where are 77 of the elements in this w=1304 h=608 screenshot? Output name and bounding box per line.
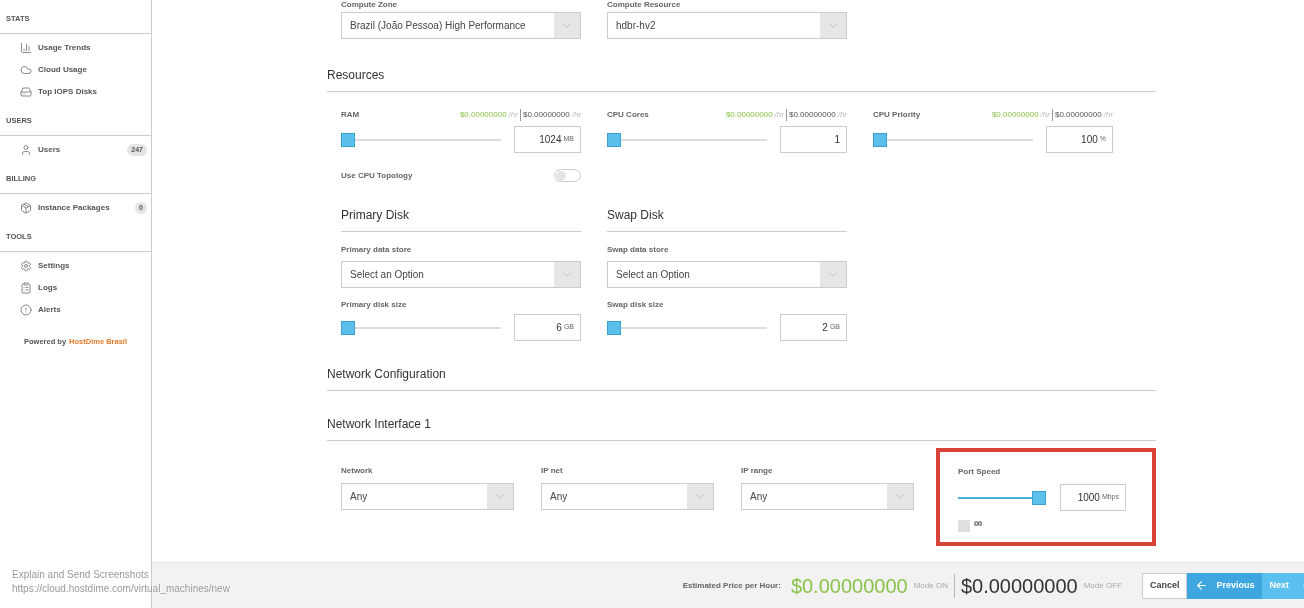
estimate-label: Estimated Price per Hour: <box>682 579 781 592</box>
price-on: $0.00000000 <box>991 109 1039 121</box>
field-label: Port Speed <box>958 466 1002 478</box>
chevron-down-icon <box>887 484 913 509</box>
overlay-url: https://cloud.hostdime.com/virtual_machines/new <box>12 582 230 596</box>
section-heading: Network Interface 1 <box>327 417 432 431</box>
field-label: RAM <box>341 109 360 121</box>
field-label: Compute Resource <box>607 0 682 10</box>
mode-label: Mode ON <box>913 579 948 592</box>
price-on: $0.00000000 <box>790 573 908 599</box>
field-label: CPU Priority <box>873 109 921 121</box>
chevron-down-icon <box>820 13 846 38</box>
slider-track[interactable] <box>341 320 501 335</box>
slider-thumb[interactable] <box>607 320 621 335</box>
field-label: Compute Zone <box>341 0 398 10</box>
alert-icon <box>20 304 32 316</box>
sidebar-item[interactable]: Usage Trends <box>0 37 151 59</box>
toggle-switch[interactable] <box>554 169 581 182</box>
bar-chart-icon <box>20 42 32 54</box>
slider-thumb[interactable] <box>341 320 355 335</box>
cancel-button[interactable]: Cancel <box>1141 572 1188 599</box>
select-field[interactable]: hdbr-hv2 <box>607 12 847 39</box>
select-field[interactable]: Brazil (João Pessoa) High Performance <box>341 12 581 39</box>
chevron-down-icon <box>487 484 513 509</box>
arrow-left-icon <box>1195 579 1209 592</box>
slider-thumb[interactable] <box>873 132 887 147</box>
cloud-icon <box>20 64 32 76</box>
number-field[interactable]: 1 <box>780 126 847 153</box>
field-label: IP net <box>541 465 564 477</box>
slider-track[interactable] <box>873 132 1033 147</box>
section-heading: Primary Disk <box>341 208 409 222</box>
slider-thumb[interactable] <box>341 132 355 147</box>
sidebar-item[interactable]: Alerts <box>0 299 151 321</box>
slider-track[interactable] <box>607 132 767 147</box>
field-label: Primary data store <box>341 244 413 256</box>
price-off: $0.00000000 <box>785 109 836 121</box>
price-off: $0.00000000 <box>1051 109 1102 121</box>
price-off: $0.00000000 <box>519 109 570 121</box>
chevron-down-icon <box>554 13 580 38</box>
clipboard-icon <box>20 282 32 294</box>
checkbox[interactable] <box>958 520 970 532</box>
field-label: CPU Cores <box>607 109 649 121</box>
chevron-down-icon <box>820 262 846 287</box>
select-field[interactable]: Any <box>341 483 514 510</box>
slider-track[interactable] <box>607 320 767 335</box>
package-icon <box>20 202 32 214</box>
select-field[interactable]: Any <box>741 483 914 510</box>
field-label: Use CPU Topology <box>341 169 413 182</box>
infinity-label: ∞ <box>974 517 983 529</box>
field-label: IP range <box>741 465 774 477</box>
price-on: $0.00000000 <box>725 109 773 121</box>
select-field[interactable]: Select an Option <box>607 261 847 288</box>
overlay-title: Explain and Send Screenshots <box>12 568 150 582</box>
section-heading: Network Configuration <box>327 367 446 381</box>
section-heading: Resources <box>327 68 385 82</box>
price-on: $0.00000000 <box>459 109 507 121</box>
field-label: Swap data store <box>607 244 670 256</box>
slider-thumb[interactable] <box>1032 490 1046 505</box>
field-label: Network <box>341 465 374 477</box>
section-heading: Swap Disk <box>607 208 664 222</box>
slider-track[interactable] <box>958 490 1046 505</box>
chevron-down-icon <box>554 262 580 287</box>
sidebar-item[interactable]: Cloud Usage <box>0 59 151 81</box>
chevron-down-icon <box>687 484 713 509</box>
mode-label: Mode OFF <box>1083 579 1122 592</box>
field-label: Swap disk size <box>607 299 665 311</box>
field-label: Primary disk size <box>341 299 408 311</box>
price-off: $0.00000000 <box>960 573 1078 599</box>
sidebar-item[interactable]: Top IOPS Disks <box>0 81 151 103</box>
user-icon <box>20 144 32 156</box>
settings-icon <box>20 260 32 272</box>
slider-thumb[interactable] <box>607 132 621 147</box>
select-field[interactable]: Any <box>541 483 714 510</box>
sidebar-item[interactable]: Logs <box>0 277 151 299</box>
select-field[interactable]: Select an Option <box>341 261 581 288</box>
sidebar-item[interactable]: Settings <box>0 255 151 277</box>
slider-track[interactable] <box>341 132 501 147</box>
